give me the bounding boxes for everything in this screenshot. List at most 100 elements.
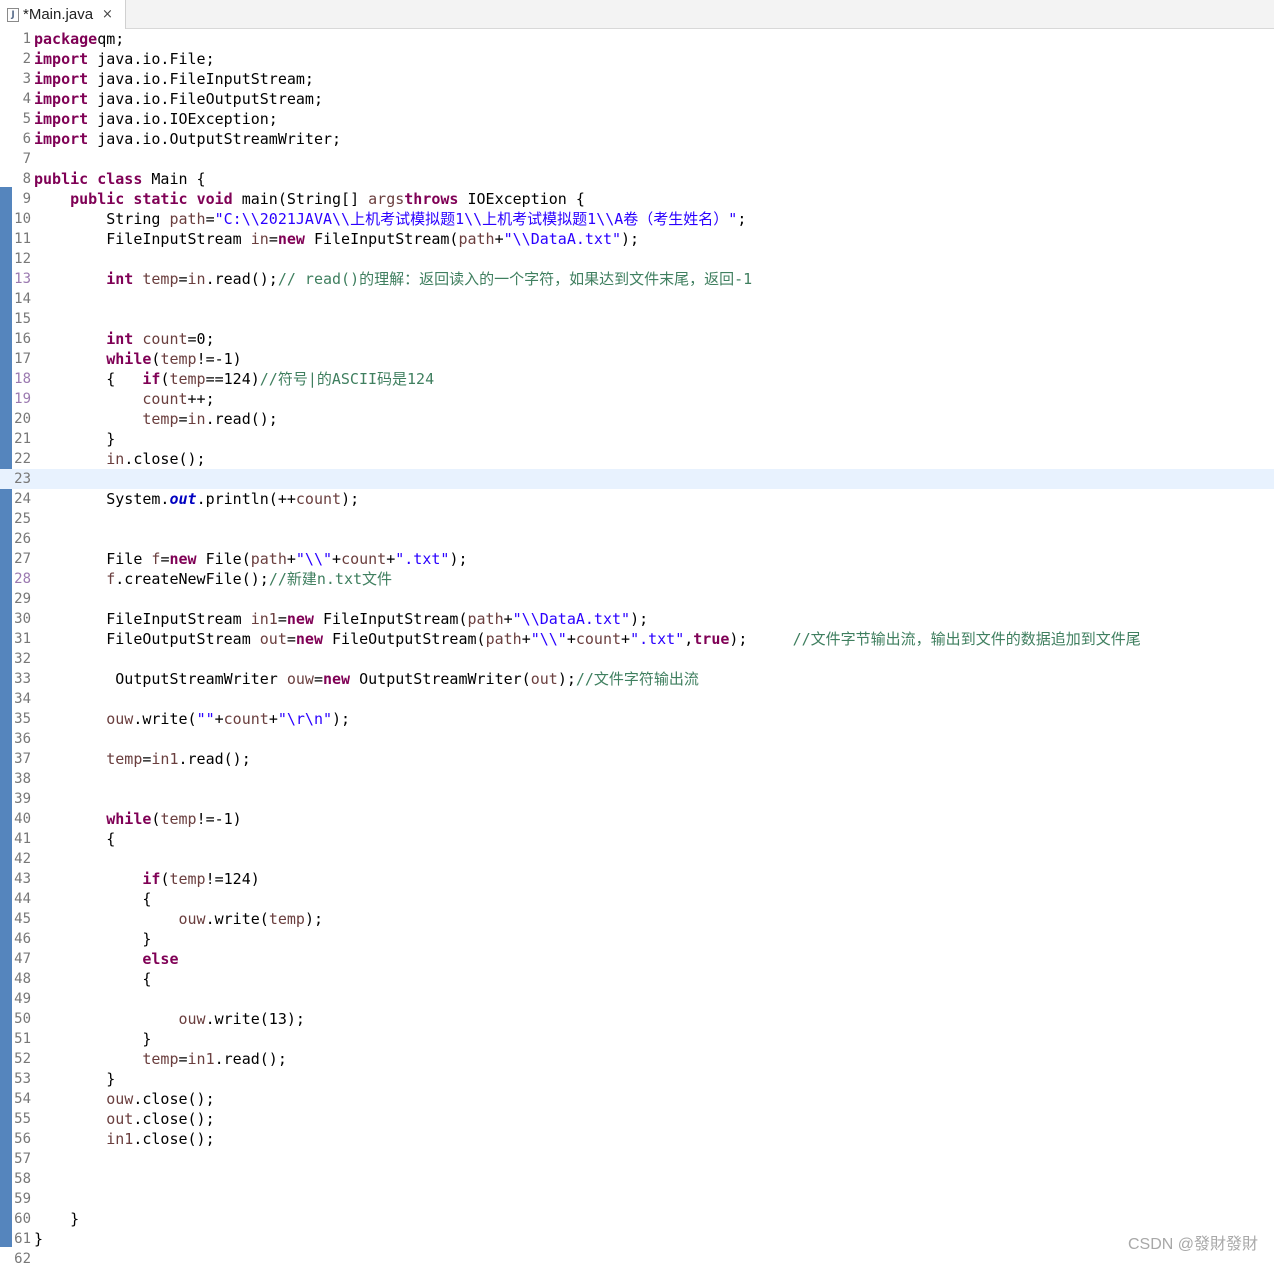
code-line[interactable]: 51 }	[0, 1029, 1274, 1049]
code-line[interactable]: 11 FileInputStream in=new FileInputStrea…	[0, 229, 1274, 249]
code-line[interactable]: 30 FileInputStream in1=new FileInputStre…	[0, 609, 1274, 629]
code-token: new	[286, 610, 314, 628]
code-line[interactable]: 3 import java.io.FileInputStream;	[0, 69, 1274, 89]
code-line[interactable]: 10 String path="C:\\2021JAVA\\上机考试模拟题1\\…	[0, 209, 1274, 229]
code-token: );	[304, 910, 323, 928]
code-line[interactable]: 58	[0, 1169, 1274, 1189]
code-line[interactable]: 2 import java.io.File;	[0, 49, 1274, 69]
code-line[interactable]: 6 import java.io.OutputStreamWriter;	[0, 129, 1274, 149]
code-line[interactable]: 24 System.out.println(++count);	[0, 489, 1274, 509]
code-line[interactable]: 50 ouw.write(13);	[0, 1009, 1274, 1029]
code-line[interactable]: 8 public class Main {	[0, 169, 1274, 189]
code-line[interactable]: 27 File f=new File(path+"\\"+count+".txt…	[0, 549, 1274, 569]
code-line[interactable]: 31 FileOutputStream out=new FileOutputSt…	[0, 629, 1274, 649]
code-line[interactable]: 41 {	[0, 829, 1274, 849]
line-number: 19	[14, 391, 31, 407]
line-number: 25	[14, 511, 31, 527]
code-line[interactable]: 39	[0, 789, 1274, 809]
code-line[interactable]: 47 else	[0, 949, 1274, 969]
code-text: FileOutputStream out=new FileOutputStrea…	[34, 629, 1140, 649]
code-token: ,	[684, 630, 694, 648]
tab-main-java[interactable]: J *Main.java ×	[0, 0, 126, 29]
code-token: +	[521, 630, 531, 648]
code-line[interactable]: 25	[0, 509, 1274, 529]
code-token: .close();	[124, 450, 206, 468]
code-line[interactable]: 48 {	[0, 969, 1274, 989]
code-token: "\\"	[530, 630, 567, 648]
code-line[interactable]: 49	[0, 989, 1274, 1009]
code-line[interactable]: 13 int temp=in.read();// read()的理解：返回读入的…	[0, 269, 1274, 289]
line-number: 49	[14, 991, 31, 1007]
code-token: import	[34, 130, 89, 148]
code-token: =0;	[187, 330, 215, 348]
code-line[interactable]: 55 out.close();	[0, 1109, 1274, 1129]
code-token: out	[530, 670, 558, 688]
code-line[interactable]: 26	[0, 529, 1274, 549]
code-line[interactable]: 17 while(temp!=-1)	[0, 349, 1274, 369]
code-line[interactable]: 32	[0, 649, 1274, 669]
code-line[interactable]: 37 temp=in1.read();	[0, 749, 1274, 769]
code-line[interactable]: 4 import java.io.FileOutputStream;	[0, 89, 1274, 109]
code-token: java.io.File;	[88, 50, 215, 68]
code-line[interactable]: 12	[0, 249, 1274, 269]
code-token: count	[223, 710, 269, 728]
code-line[interactable]: 5 import java.io.IOException;	[0, 109, 1274, 129]
code-line[interactable]: 22 in.close();	[0, 449, 1274, 469]
code-token: if	[142, 870, 161, 888]
code-token: {	[34, 370, 143, 388]
code-line[interactable]: 19 count++;	[0, 389, 1274, 409]
code-editor[interactable]: 1 packageqm; 2 import java.io.File; 3 import …	[0, 29, 1274, 1267]
code-line[interactable]: 53 }	[0, 1069, 1274, 1089]
code-line[interactable]: 14	[0, 289, 1274, 309]
code-text: out.close();	[34, 1109, 214, 1129]
code-token: "C:\\2021JAVA\\上机考试模拟题1\\上机考试模拟题1\\A卷（考生…	[214, 210, 738, 228]
code-line[interactable]: 36	[0, 729, 1274, 749]
code-line[interactable]: 57	[0, 1149, 1274, 1169]
code-line[interactable]: 42	[0, 849, 1274, 869]
line-number: 60	[14, 1211, 31, 1227]
code-line[interactable]: 40 while(temp!=-1)	[0, 809, 1274, 829]
code-line[interactable]: 59	[0, 1189, 1274, 1209]
code-line[interactable]: 7	[0, 149, 1274, 169]
code-line[interactable]: 16 int count=0;	[0, 329, 1274, 349]
code-token: IOException {	[458, 190, 585, 208]
line-number: 41	[14, 831, 31, 847]
code-line[interactable]: 60 }	[0, 1209, 1274, 1229]
code-line[interactable]: 21 }	[0, 429, 1274, 449]
code-line[interactable]: 15	[0, 309, 1274, 329]
code-line[interactable]: 62	[0, 1249, 1274, 1269]
code-line[interactable]: 35 ouw.write(""+count+"\r\n");	[0, 709, 1274, 729]
code-token: =	[178, 1050, 188, 1068]
code-line[interactable]: 1 packageqm;	[0, 29, 1274, 49]
code-line[interactable]: 29	[0, 589, 1274, 609]
line-number: 55	[14, 1111, 31, 1127]
code-line[interactable]: 52 temp=in1.read();	[0, 1049, 1274, 1069]
code-line[interactable]: 20 temp=in.read();	[0, 409, 1274, 429]
code-line[interactable]: 45 ouw.write(temp);	[0, 909, 1274, 929]
close-tab-icon[interactable]: ×	[102, 7, 113, 22]
code-line[interactable]: 33 OutputStreamWriter ouw=new OutputStre…	[0, 669, 1274, 689]
code-line[interactable]: 43 if(temp!=124)	[0, 869, 1274, 889]
code-line[interactable]: 9 public static void main(String[] argst…	[0, 189, 1274, 209]
code-text: public class Main {	[34, 169, 206, 189]
current-code-line[interactable]: 23	[0, 469, 1274, 489]
line-number: 39	[14, 791, 31, 807]
code-line[interactable]: 46 }	[0, 929, 1274, 949]
code-line[interactable]: 28 f.createNewFile();//新建n.txt文件	[0, 569, 1274, 589]
code-token: qm;	[97, 30, 125, 48]
code-line[interactable]: 38	[0, 769, 1274, 789]
code-line[interactable]: 18 { if(temp==124)//符号|的ASCII码是124	[0, 369, 1274, 389]
code-text: import java.io.FileOutputStream;	[34, 89, 323, 109]
code-line[interactable]: 44 {	[0, 889, 1274, 909]
code-token: package	[34, 30, 98, 48]
code-line[interactable]: 34	[0, 689, 1274, 709]
code-token: "\r\n"	[277, 710, 333, 728]
code-line[interactable]: 56 in1.close();	[0, 1129, 1274, 1149]
code-token: File	[34, 550, 152, 568]
code-line[interactable]: 54 ouw.close();	[0, 1089, 1274, 1109]
code-line[interactable]: 61}	[0, 1229, 1274, 1249]
